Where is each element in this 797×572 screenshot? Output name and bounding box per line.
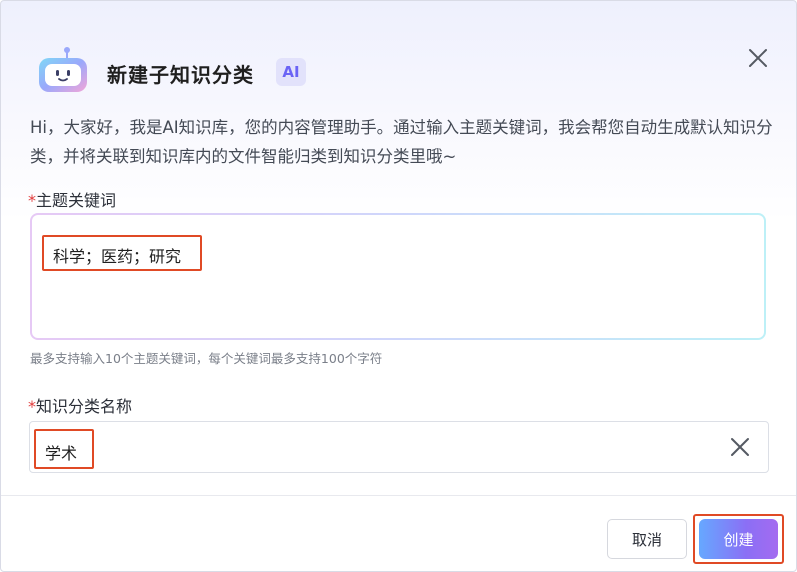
keywords-label: *主题关键词 (28, 187, 116, 211)
category-name-value: 学术 (34, 429, 94, 469)
clear-icon (731, 438, 749, 456)
keywords-textarea[interactable]: 科学；医药；研究 (30, 213, 766, 340)
required-mark: * (28, 397, 36, 416)
dialog-header (35, 46, 91, 98)
category-name-label: *知识分类名称 (28, 393, 132, 417)
create-button-highlight: 创建 (693, 514, 784, 564)
required-mark: * (28, 191, 36, 210)
keywords-value: 科学；医药；研究 (42, 235, 202, 271)
close-button[interactable] (745, 45, 771, 71)
close-icon (749, 49, 767, 67)
keywords-label-text: 主题关键词 (36, 191, 117, 210)
footer-divider (1, 495, 796, 496)
clear-input-button[interactable] (728, 435, 752, 459)
create-button[interactable]: 创建 (699, 519, 778, 559)
category-name-input[interactable]: 学术 (29, 421, 769, 473)
keywords-textarea-inner: 科学；医药；研究 (32, 215, 764, 338)
keywords-hint: 最多支持输入10个主题关键词，每个关键词最多支持100个字符 (30, 351, 383, 366)
category-name-label-text: 知识分类名称 (36, 397, 133, 416)
ai-robot-icon (35, 46, 91, 98)
intro-text: Hi，大家好，我是AI知识库，您的内容管理助手。通过输入主题关键词，我会帮您自动… (30, 118, 773, 166)
dialog-title: 新建子知识分类 (107, 63, 254, 87)
create-subcategory-dialog: 新建子知识分类 AI Hi，大家好，我是AI知识库，您的内容管理助手。通过输入主… (0, 0, 797, 572)
cancel-button[interactable]: 取消 (607, 519, 687, 559)
ai-badge: AI (276, 58, 306, 86)
